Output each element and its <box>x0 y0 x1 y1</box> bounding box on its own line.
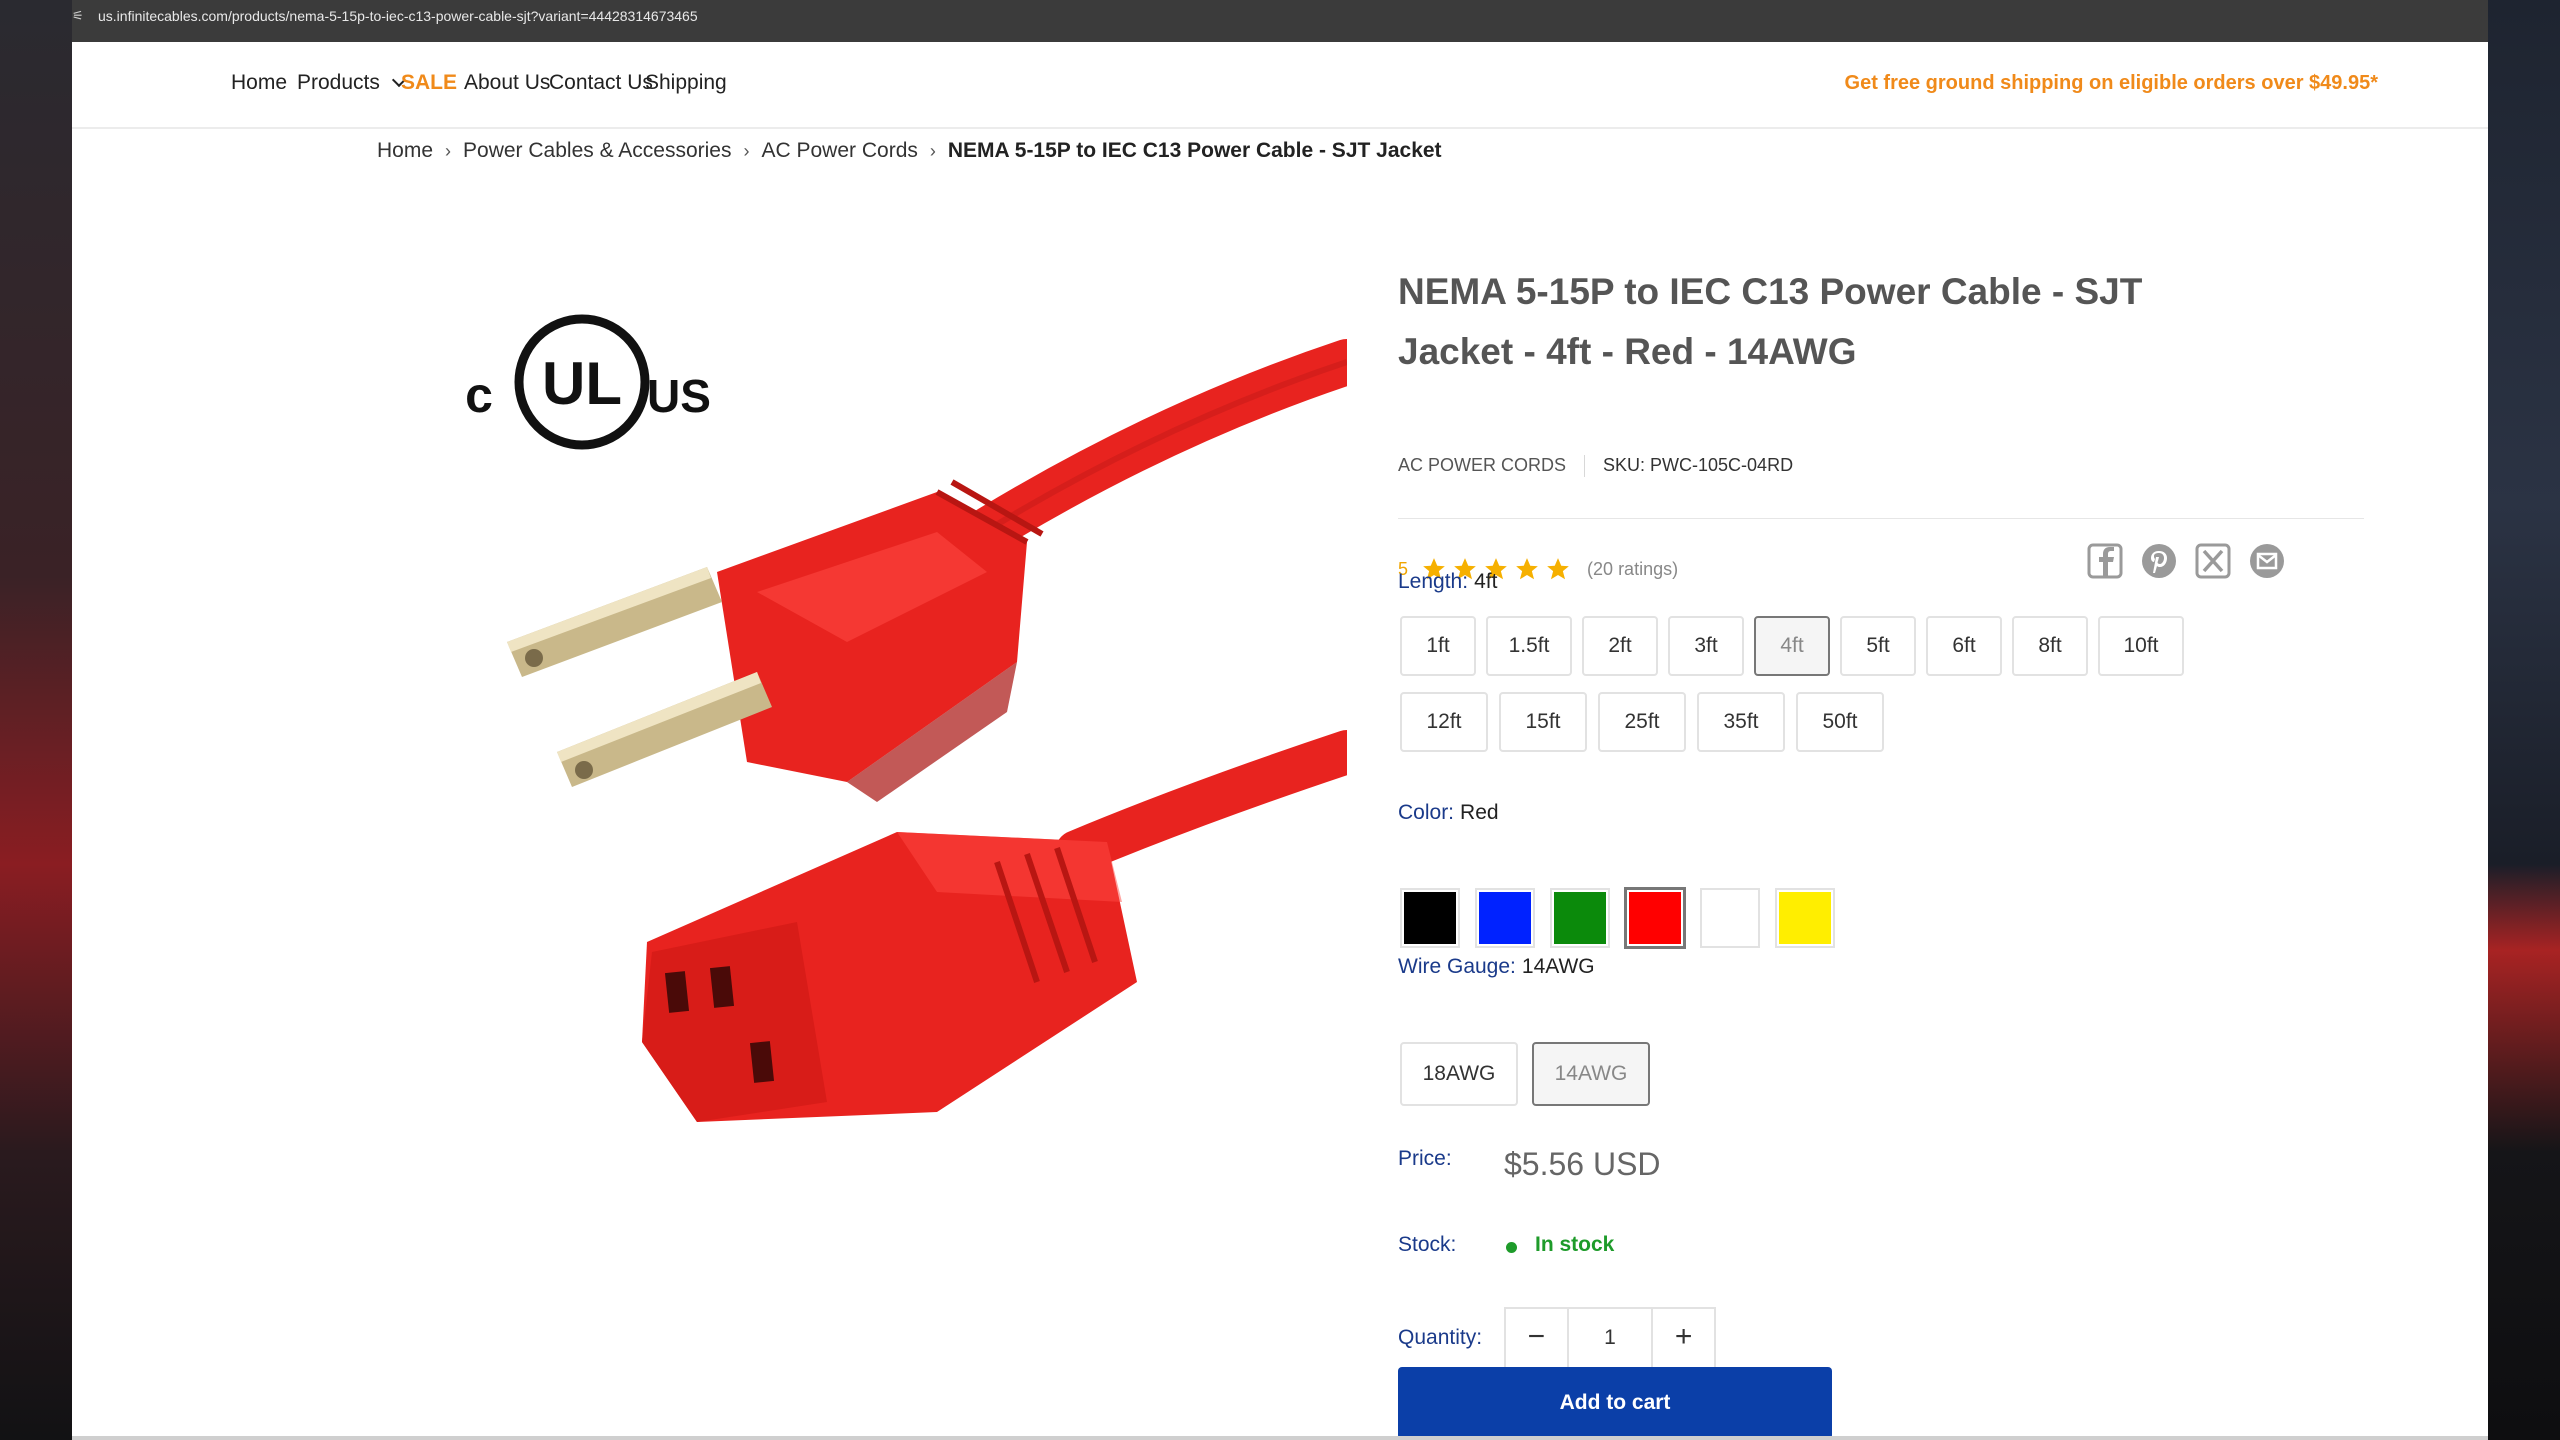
color-swatch-red[interactable] <box>1624 887 1686 949</box>
length-option-35ft[interactable]: 35ft <box>1697 692 1785 752</box>
nav-shipping[interactable]: Shipping <box>645 68 727 98</box>
length-option-6ft[interactable]: 6ft <box>1926 616 2002 676</box>
color-swatch-white[interactable] <box>1700 888 1760 948</box>
color-swatch-blue[interactable] <box>1475 888 1535 948</box>
gauge-label-key: Wire Gauge: <box>1398 955 1516 978</box>
facebook-icon[interactable] <box>2086 542 2124 580</box>
length-option-4ft[interactable]: 4ft <box>1754 616 1830 676</box>
length-option-5ft[interactable]: 5ft <box>1840 616 1916 676</box>
quantity-label: Quantity: <box>1398 1326 1483 1349</box>
gauge-option-18awg[interactable]: 18AWG <box>1400 1042 1518 1106</box>
ul-certification-logo: UL c US <box>465 314 711 450</box>
svg-text:c: c <box>465 367 493 423</box>
meta-divider <box>1584 455 1586 478</box>
length-label-key: Length: <box>1398 570 1469 593</box>
add-to-cart-button[interactable]: Add to cart <box>1398 1367 1832 1436</box>
tune-icon[interactable]: ⚟ <box>72 0 86 32</box>
email-icon[interactable] <box>2248 542 2286 580</box>
color-label-key: Color: <box>1398 801 1455 824</box>
product-title: NEMA 5-15P to IEC C13 Power Cable - SJT … <box>1398 271 2143 372</box>
x-icon[interactable] <box>2194 542 2232 580</box>
pinterest-icon[interactable] <box>2140 542 2178 580</box>
background-left <box>0 0 72 1440</box>
product-meta: AC Power Cords SKU: PWC-105C-04RD <box>1398 452 1793 478</box>
breadcrumb-separator: › <box>743 141 750 161</box>
color-label: Color: Red <box>1398 798 1499 828</box>
svg-text:US: US <box>647 370 711 422</box>
quantity-input[interactable]: 1 <box>1566 1309 1654 1367</box>
breadcrumb-home[interactable]: Home <box>377 139 433 162</box>
color-swatch-black[interactable] <box>1400 888 1460 948</box>
breadcrumb: Home › Power Cables & Accessories › AC Power… <box>377 136 1442 166</box>
gauge-selected: 14AWG <box>1521 955 1595 978</box>
nav-home[interactable]: Home <box>231 68 287 98</box>
length-selected: 4ft <box>1474 570 1498 593</box>
product-page: Home Products SALE About Us Contact Us S… <box>72 42 2488 1436</box>
background-right <box>2488 0 2560 1440</box>
quantity-increase-button[interactable]: + <box>1653 1309 1714 1367</box>
nav-sale[interactable]: SALE <box>401 68 457 98</box>
star-icon <box>1547 558 1569 580</box>
color-swatch-green[interactable] <box>1550 888 1610 948</box>
nav-about[interactable]: About Us <box>464 68 550 98</box>
product-image[interactable]: UL c US <box>377 242 1370 1172</box>
shipping-promo[interactable]: Get free ground shipping on eligible ord… <box>1845 68 2378 98</box>
breadcrumb-subcategory[interactable]: AC Power Cords <box>761 139 917 162</box>
section-divider <box>1398 518 2364 519</box>
length-option-10ft[interactable]: 10ft <box>2098 616 2184 676</box>
nav-products[interactable]: Products <box>297 68 406 98</box>
length-option-1-5ft[interactable]: 1.5ft <box>1486 616 1572 676</box>
svg-text:UL: UL <box>542 350 622 417</box>
breadcrumb-separator: › <box>929 141 936 161</box>
url-text[interactable]: us.infinitecables.com/products/nema-5-15… <box>98 0 698 32</box>
price-value: $5.56 USD <box>1504 1146 1661 1182</box>
length-option-3ft[interactable]: 3ft <box>1668 616 1744 676</box>
quantity-stepper: − 1 + <box>1504 1307 1716 1369</box>
main-nav: Home Products SALE About Us Contact Us S… <box>72 42 2488 129</box>
length-option-1ft[interactable]: 1ft <box>1400 616 1476 676</box>
stock-status-dot <box>1506 1242 1517 1253</box>
price-label: Price: <box>1398 1147 1452 1170</box>
length-option-2ft[interactable]: 2ft <box>1582 616 1658 676</box>
gauge-option-14awg[interactable]: 14AWG <box>1532 1042 1650 1106</box>
breadcrumb-category[interactable]: Power Cables & Accessories <box>463 139 731 162</box>
stock-status: In stock <box>1535 1233 1615 1256</box>
product-sku: SKU: PWC-105C-04RD <box>1603 455 1794 475</box>
length-label: Length: 4ft <box>1398 567 1497 597</box>
gauge-label: Wire Gauge: 14AWG <box>1398 952 1595 982</box>
product-vendor[interactable]: AC Power Cords <box>1398 455 1566 475</box>
length-option-15ft[interactable]: 15ft <box>1499 692 1587 752</box>
length-option-50ft[interactable]: 50ft <box>1796 692 1884 752</box>
stock-label: Stock: <box>1398 1233 1457 1256</box>
rating-count[interactable]: (20 ratings) <box>1587 559 1678 579</box>
nav-contact[interactable]: Contact Us <box>549 68 653 98</box>
color-swatch-yellow[interactable] <box>1775 888 1835 948</box>
length-option-12ft[interactable]: 12ft <box>1400 692 1488 752</box>
background-bottom <box>72 1436 2488 1440</box>
cable-illustration: UL c US <box>465 314 1370 1122</box>
quantity-decrease-button[interactable]: − <box>1506 1309 1567 1367</box>
browser-address-bar[interactable]: ⚟ us.infinitecables.com/products/nema-5-… <box>72 0 2488 42</box>
length-option-8ft[interactable]: 8ft <box>2012 616 2088 676</box>
star-icon <box>1516 558 1538 580</box>
length-option-25ft[interactable]: 25ft <box>1598 692 1686 752</box>
color-selected: Red <box>1460 801 1499 824</box>
nav-products-label: Products <box>297 71 380 94</box>
breadcrumb-separator: › <box>445 141 452 161</box>
breadcrumb-current: NEMA 5-15P to IEC C13 Power Cable - SJT … <box>947 139 1442 162</box>
